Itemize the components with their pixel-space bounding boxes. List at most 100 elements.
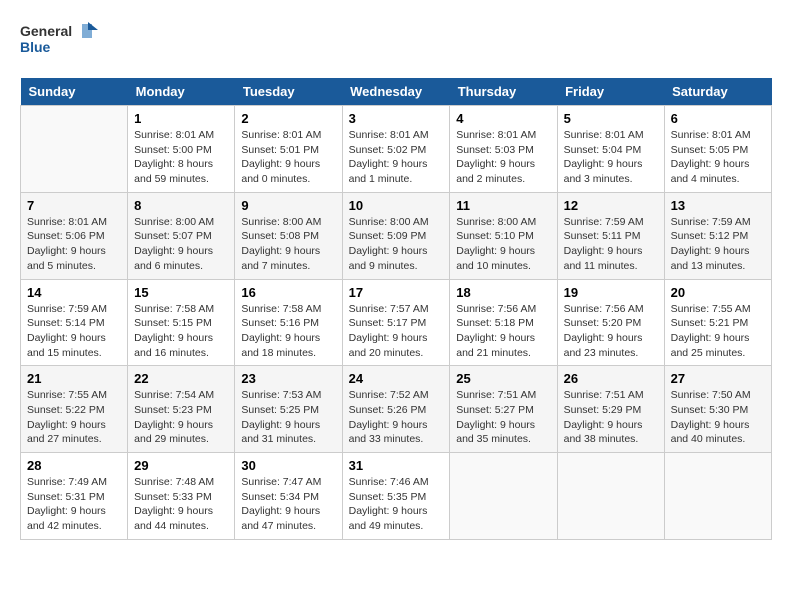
day-info: Sunrise: 7:58 AMSunset: 5:16 PMDaylight:… bbox=[241, 302, 335, 361]
header-day-thursday: Thursday bbox=[450, 78, 557, 106]
day-info: Sunrise: 8:01 AMSunset: 5:03 PMDaylight:… bbox=[456, 128, 550, 187]
day-info: Sunrise: 8:00 AMSunset: 5:08 PMDaylight:… bbox=[241, 215, 335, 274]
day-number: 16 bbox=[241, 285, 335, 300]
calendar-cell: 31Sunrise: 7:46 AMSunset: 5:35 PMDayligh… bbox=[342, 453, 450, 540]
calendar-cell: 6 Sunrise: 8:01 AMSunset: 5:05 PMDaylight… bbox=[664, 106, 771, 193]
calendar-cell: 25 Sunrise: 7:51 AMSunset: 5:27 PMDayligh… bbox=[450, 366, 557, 453]
calendar-cell: 11 Sunrise: 8:00 AMSunset: 5:10 PMDayligh… bbox=[450, 192, 557, 279]
day-number: 15 bbox=[134, 285, 228, 300]
logo-svg: General Blue bbox=[20, 20, 100, 62]
header-day-wednesday: Wednesday bbox=[342, 78, 450, 106]
day-info: Sunrise: 7:50 AMSunset: 5:30 PMDaylight:… bbox=[671, 388, 765, 447]
day-number: 11 bbox=[456, 198, 550, 213]
page-header: General Blue bbox=[20, 20, 772, 62]
calendar-cell: 10 Sunrise: 8:00 AMSunset: 5:09 PMDayligh… bbox=[342, 192, 450, 279]
day-info: Sunrise: 7:56 AMSunset: 5:20 PMDaylight:… bbox=[564, 302, 658, 361]
calendar-cell bbox=[557, 453, 664, 540]
day-info: Sunrise: 7:49 AMSunset: 5:31 PMDaylight:… bbox=[27, 475, 121, 534]
day-number: 20 bbox=[671, 285, 765, 300]
week-row-1: 7 Sunrise: 8:01 AMSunset: 5:06 PMDaylight… bbox=[21, 192, 772, 279]
day-number: 17 bbox=[349, 285, 444, 300]
calendar-cell: 28 Sunrise: 7:49 AMSunset: 5:31 PMDayligh… bbox=[21, 453, 128, 540]
calendar-cell: 9 Sunrise: 8:00 AMSunset: 5:08 PMDaylight… bbox=[235, 192, 342, 279]
calendar-cell: 27 Sunrise: 7:50 AMSunset: 5:30 PMDayligh… bbox=[664, 366, 771, 453]
calendar-cell: 15 Sunrise: 7:58 AMSunset: 5:15 PMDayligh… bbox=[128, 279, 235, 366]
day-info: Sunrise: 7:57 AMSunset: 5:17 PMDaylight:… bbox=[349, 302, 444, 361]
calendar-cell: 12Sunrise: 7:59 AMSunset: 5:11 PMDayligh… bbox=[557, 192, 664, 279]
week-row-0: 1Sunrise: 8:01 AMSunset: 5:00 PMDaylight… bbox=[21, 106, 772, 193]
svg-text:General: General bbox=[20, 23, 72, 39]
header-day-saturday: Saturday bbox=[664, 78, 771, 106]
day-info: Sunrise: 8:01 AMSunset: 5:00 PMDaylight:… bbox=[134, 128, 228, 187]
calendar-body: 1Sunrise: 8:01 AMSunset: 5:00 PMDaylight… bbox=[21, 106, 772, 540]
day-info: Sunrise: 8:01 AMSunset: 5:01 PMDaylight:… bbox=[241, 128, 335, 187]
day-number: 12 bbox=[564, 198, 658, 213]
day-info: Sunrise: 7:52 AMSunset: 5:26 PMDaylight:… bbox=[349, 388, 444, 447]
calendar-cell bbox=[21, 106, 128, 193]
week-row-3: 21Sunrise: 7:55 AMSunset: 5:22 PMDayligh… bbox=[21, 366, 772, 453]
day-number: 19 bbox=[564, 285, 658, 300]
day-info: Sunrise: 7:48 AMSunset: 5:33 PMDaylight:… bbox=[134, 475, 228, 534]
day-info: Sunrise: 7:53 AMSunset: 5:25 PMDaylight:… bbox=[241, 388, 335, 447]
day-info: Sunrise: 7:47 AMSunset: 5:34 PMDaylight:… bbox=[241, 475, 335, 534]
day-number: 22 bbox=[134, 371, 228, 386]
calendar-cell: 18 Sunrise: 7:56 AMSunset: 5:18 PMDayligh… bbox=[450, 279, 557, 366]
day-number: 18 bbox=[456, 285, 550, 300]
header-day-monday: Monday bbox=[128, 78, 235, 106]
calendar-table: SundayMondayTuesdayWednesdayThursdayFrid… bbox=[20, 78, 772, 540]
calendar-cell: 7 Sunrise: 8:01 AMSunset: 5:06 PMDaylight… bbox=[21, 192, 128, 279]
header-row: SundayMondayTuesdayWednesdayThursdayFrid… bbox=[21, 78, 772, 106]
day-number: 6 bbox=[671, 111, 765, 126]
day-number: 28 bbox=[27, 458, 121, 473]
day-number: 27 bbox=[671, 371, 765, 386]
day-number: 9 bbox=[241, 198, 335, 213]
day-number: 10 bbox=[349, 198, 444, 213]
day-info: Sunrise: 8:01 AMSunset: 5:02 PMDaylight:… bbox=[349, 128, 444, 187]
calendar-cell: 17 Sunrise: 7:57 AMSunset: 5:17 PMDayligh… bbox=[342, 279, 450, 366]
day-info: Sunrise: 7:51 AMSunset: 5:27 PMDaylight:… bbox=[456, 388, 550, 447]
day-info: Sunrise: 7:59 AMSunset: 5:14 PMDaylight:… bbox=[27, 302, 121, 361]
calendar-cell: 1Sunrise: 8:01 AMSunset: 5:00 PMDaylight… bbox=[128, 106, 235, 193]
day-number: 31 bbox=[349, 458, 444, 473]
calendar-cell: 23 Sunrise: 7:53 AMSunset: 5:25 PMDayligh… bbox=[235, 366, 342, 453]
day-number: 8 bbox=[134, 198, 228, 213]
svg-text:Blue: Blue bbox=[20, 39, 51, 55]
day-info: Sunrise: 7:54 AMSunset: 5:23 PMDaylight:… bbox=[134, 388, 228, 447]
day-number: 24 bbox=[349, 371, 444, 386]
calendar-cell: 29 Sunrise: 7:48 AMSunset: 5:33 PMDayligh… bbox=[128, 453, 235, 540]
day-number: 21 bbox=[27, 371, 121, 386]
calendar-cell: 8 Sunrise: 8:00 AMSunset: 5:07 PMDaylight… bbox=[128, 192, 235, 279]
day-number: 23 bbox=[241, 371, 335, 386]
calendar-cell: 30Sunrise: 7:47 AMSunset: 5:34 PMDayligh… bbox=[235, 453, 342, 540]
day-number: 13 bbox=[671, 198, 765, 213]
header-day-sunday: Sunday bbox=[21, 78, 128, 106]
calendar-cell: 16 Sunrise: 7:58 AMSunset: 5:16 PMDayligh… bbox=[235, 279, 342, 366]
day-number: 29 bbox=[134, 458, 228, 473]
logo: General Blue bbox=[20, 20, 100, 62]
day-info: Sunrise: 7:51 AMSunset: 5:29 PMDaylight:… bbox=[564, 388, 658, 447]
day-number: 25 bbox=[456, 371, 550, 386]
day-info: Sunrise: 8:01 AMSunset: 5:05 PMDaylight:… bbox=[671, 128, 765, 187]
calendar-cell: 14Sunrise: 7:59 AMSunset: 5:14 PMDayligh… bbox=[21, 279, 128, 366]
calendar-cell: 4Sunrise: 8:01 AMSunset: 5:03 PMDaylight… bbox=[450, 106, 557, 193]
calendar-cell: 21Sunrise: 7:55 AMSunset: 5:22 PMDayligh… bbox=[21, 366, 128, 453]
day-info: Sunrise: 7:56 AMSunset: 5:18 PMDaylight:… bbox=[456, 302, 550, 361]
day-number: 7 bbox=[27, 198, 121, 213]
day-info: Sunrise: 8:00 AMSunset: 5:10 PMDaylight:… bbox=[456, 215, 550, 274]
day-info: Sunrise: 8:00 AMSunset: 5:07 PMDaylight:… bbox=[134, 215, 228, 274]
day-number: 5 bbox=[564, 111, 658, 126]
calendar-cell: 3 Sunrise: 8:01 AMSunset: 5:02 PMDaylight… bbox=[342, 106, 450, 193]
day-info: Sunrise: 8:00 AMSunset: 5:09 PMDaylight:… bbox=[349, 215, 444, 274]
day-number: 3 bbox=[349, 111, 444, 126]
header-day-tuesday: Tuesday bbox=[235, 78, 342, 106]
calendar-header: SundayMondayTuesdayWednesdayThursdayFrid… bbox=[21, 78, 772, 106]
day-info: Sunrise: 8:01 AMSunset: 5:06 PMDaylight:… bbox=[27, 215, 121, 274]
calendar-cell: 19 Sunrise: 7:56 AMSunset: 5:20 PMDayligh… bbox=[557, 279, 664, 366]
calendar-cell: 2Sunrise: 8:01 AMSunset: 5:01 PMDaylight… bbox=[235, 106, 342, 193]
calendar-cell: 5Sunrise: 8:01 AMSunset: 5:04 PMDaylight… bbox=[557, 106, 664, 193]
day-info: Sunrise: 7:58 AMSunset: 5:15 PMDaylight:… bbox=[134, 302, 228, 361]
day-info: Sunrise: 7:59 AMSunset: 5:12 PMDaylight:… bbox=[671, 215, 765, 274]
day-number: 26 bbox=[564, 371, 658, 386]
calendar-cell bbox=[664, 453, 771, 540]
calendar-cell bbox=[450, 453, 557, 540]
